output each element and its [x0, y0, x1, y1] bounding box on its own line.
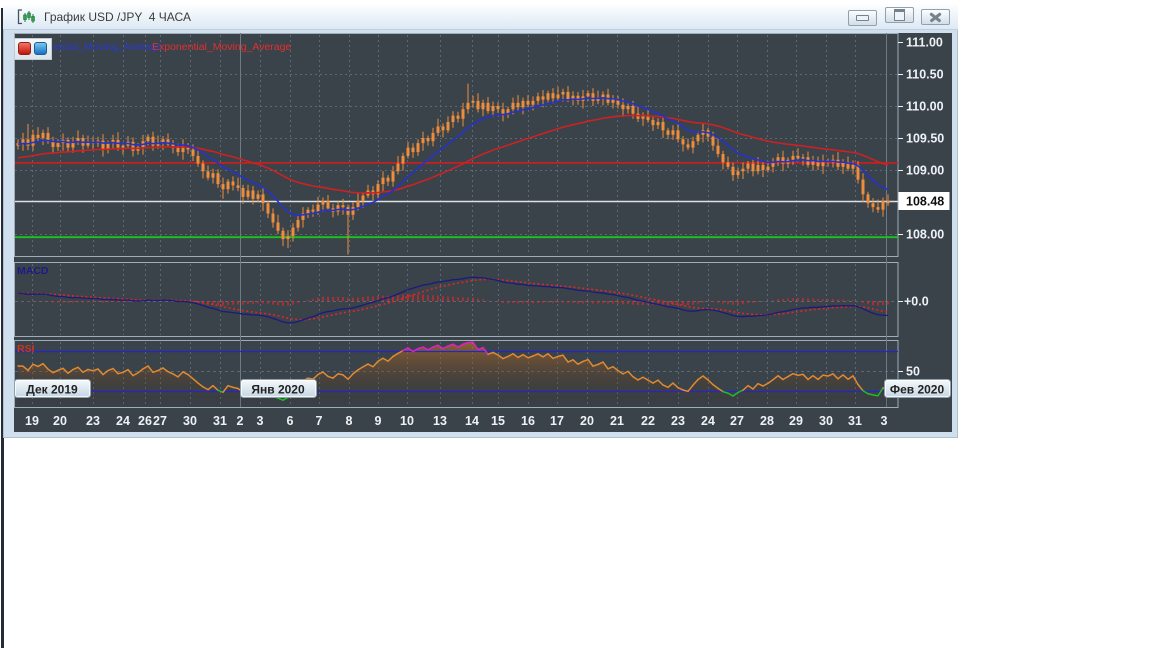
minimize-button[interactable] [848, 10, 878, 26]
price-axis-label: 110.50 [906, 68, 944, 82]
day-label: 30 [183, 414, 197, 428]
chart-window: График USD /JPY 4 ЧАСА 111.00 110.50 110.0… [3, 4, 958, 438]
close-icon [930, 12, 941, 21]
month-button[interactable]: Фев 2020 [884, 379, 951, 398]
month-button[interactable]: Дек 2019 [14, 379, 91, 398]
price-chart[interactable]: 111.00 110.50 110.00 109.50 109.00 108.00 +0.0… [14, 33, 952, 432]
day-label: 31 [213, 414, 227, 428]
price-axis-label: 109.50 [906, 132, 944, 146]
day-label: 13 [433, 414, 447, 428]
desktop-background: График USD /JPY 4 ЧАСА 111.00 110.50 110.0… [0, 0, 1152, 648]
price-axis-label: 109.00 [906, 164, 944, 178]
day-label: 24 [701, 414, 715, 428]
day-label: 8 [346, 414, 353, 428]
current-price-value: 108.48 [906, 195, 944, 209]
day-label: 15 [491, 414, 505, 428]
day-label: 24 [116, 414, 130, 428]
day-label: 23 [671, 414, 685, 428]
restore-icon [893, 9, 905, 21]
month-button-label: Фев 2020 [890, 383, 945, 397]
minimize-icon [856, 15, 870, 21]
close-button[interactable] [921, 8, 950, 25]
month-button[interactable]: Янв 2020 [240, 379, 317, 398]
day-label: 22 [641, 414, 655, 428]
price-axis-label: 110.00 [906, 100, 944, 114]
day-label: 31 [848, 414, 862, 428]
day-label: 6 [287, 414, 294, 428]
macd-zero-label: +0.0 [904, 295, 929, 309]
day-label: 17 [550, 414, 564, 428]
window-title: График USD /JPY 4 ЧАСА [44, 9, 191, 24]
price-axis-label: 111.00 [906, 36, 943, 50]
day-label: 20 [53, 414, 67, 428]
month-button-label: Дек 2019 [26, 383, 78, 397]
day-label: 9 [375, 414, 382, 428]
day-label: 2 [237, 414, 244, 428]
day-label: 26 [138, 414, 152, 428]
candlestick-chart-icon [17, 8, 35, 24]
panel-border [14, 262, 899, 337]
day-label: 20 [580, 414, 594, 428]
chart-frame: 111.00 110.50 110.00 109.50 109.00 108.00 +0.0… [3, 30, 958, 438]
rsi-panel-label: RSI [17, 343, 35, 355]
rsi-mid-label: 50 [906, 365, 920, 379]
macd-panel-label: MACD [17, 265, 49, 277]
window-titlebar[interactable]: График USD /JPY 4 ЧАСА [3, 4, 958, 30]
indicator-toggle-blue[interactable] [34, 42, 47, 55]
day-label: 21 [610, 414, 624, 428]
day-label: 28 [760, 414, 774, 428]
price-axis-label: 108.00 [906, 228, 944, 242]
day-label: 27 [153, 414, 167, 428]
month-button-label: Янв 2020 [251, 383, 305, 397]
day-label: 10 [400, 414, 414, 428]
day-label: 3 [881, 414, 888, 428]
day-label: 16 [521, 414, 535, 428]
ema-fast-legend: ential_Moving_Average [53, 41, 163, 53]
indicator-buttons [14, 38, 52, 60]
chart-area: 111.00 110.50 110.00 109.50 109.00 108.00 +0.0… [14, 33, 952, 432]
day-label: 19 [25, 414, 39, 428]
indicator-toggle-red[interactable] [18, 42, 31, 55]
ema-slow-legend: Exponential_Moving_Average [152, 41, 292, 53]
day-label: 7 [316, 414, 323, 428]
day-label: 23 [86, 414, 100, 428]
day-label: 27 [730, 414, 744, 428]
day-label: 29 [789, 414, 803, 428]
current-price-marker: 108.48 [898, 192, 950, 210]
day-label: 14 [465, 414, 479, 428]
day-label: 30 [819, 414, 833, 428]
restore-button[interactable] [884, 7, 914, 23]
panel-border [14, 33, 899, 257]
time-axis: 19 20 23 24 26 27 30 31 2 3 6 7 8 9 10 13 14 15 16 17 20 21 22… [25, 414, 887, 428]
day-label: 3 [257, 414, 264, 428]
window-controls [845, 7, 950, 26]
